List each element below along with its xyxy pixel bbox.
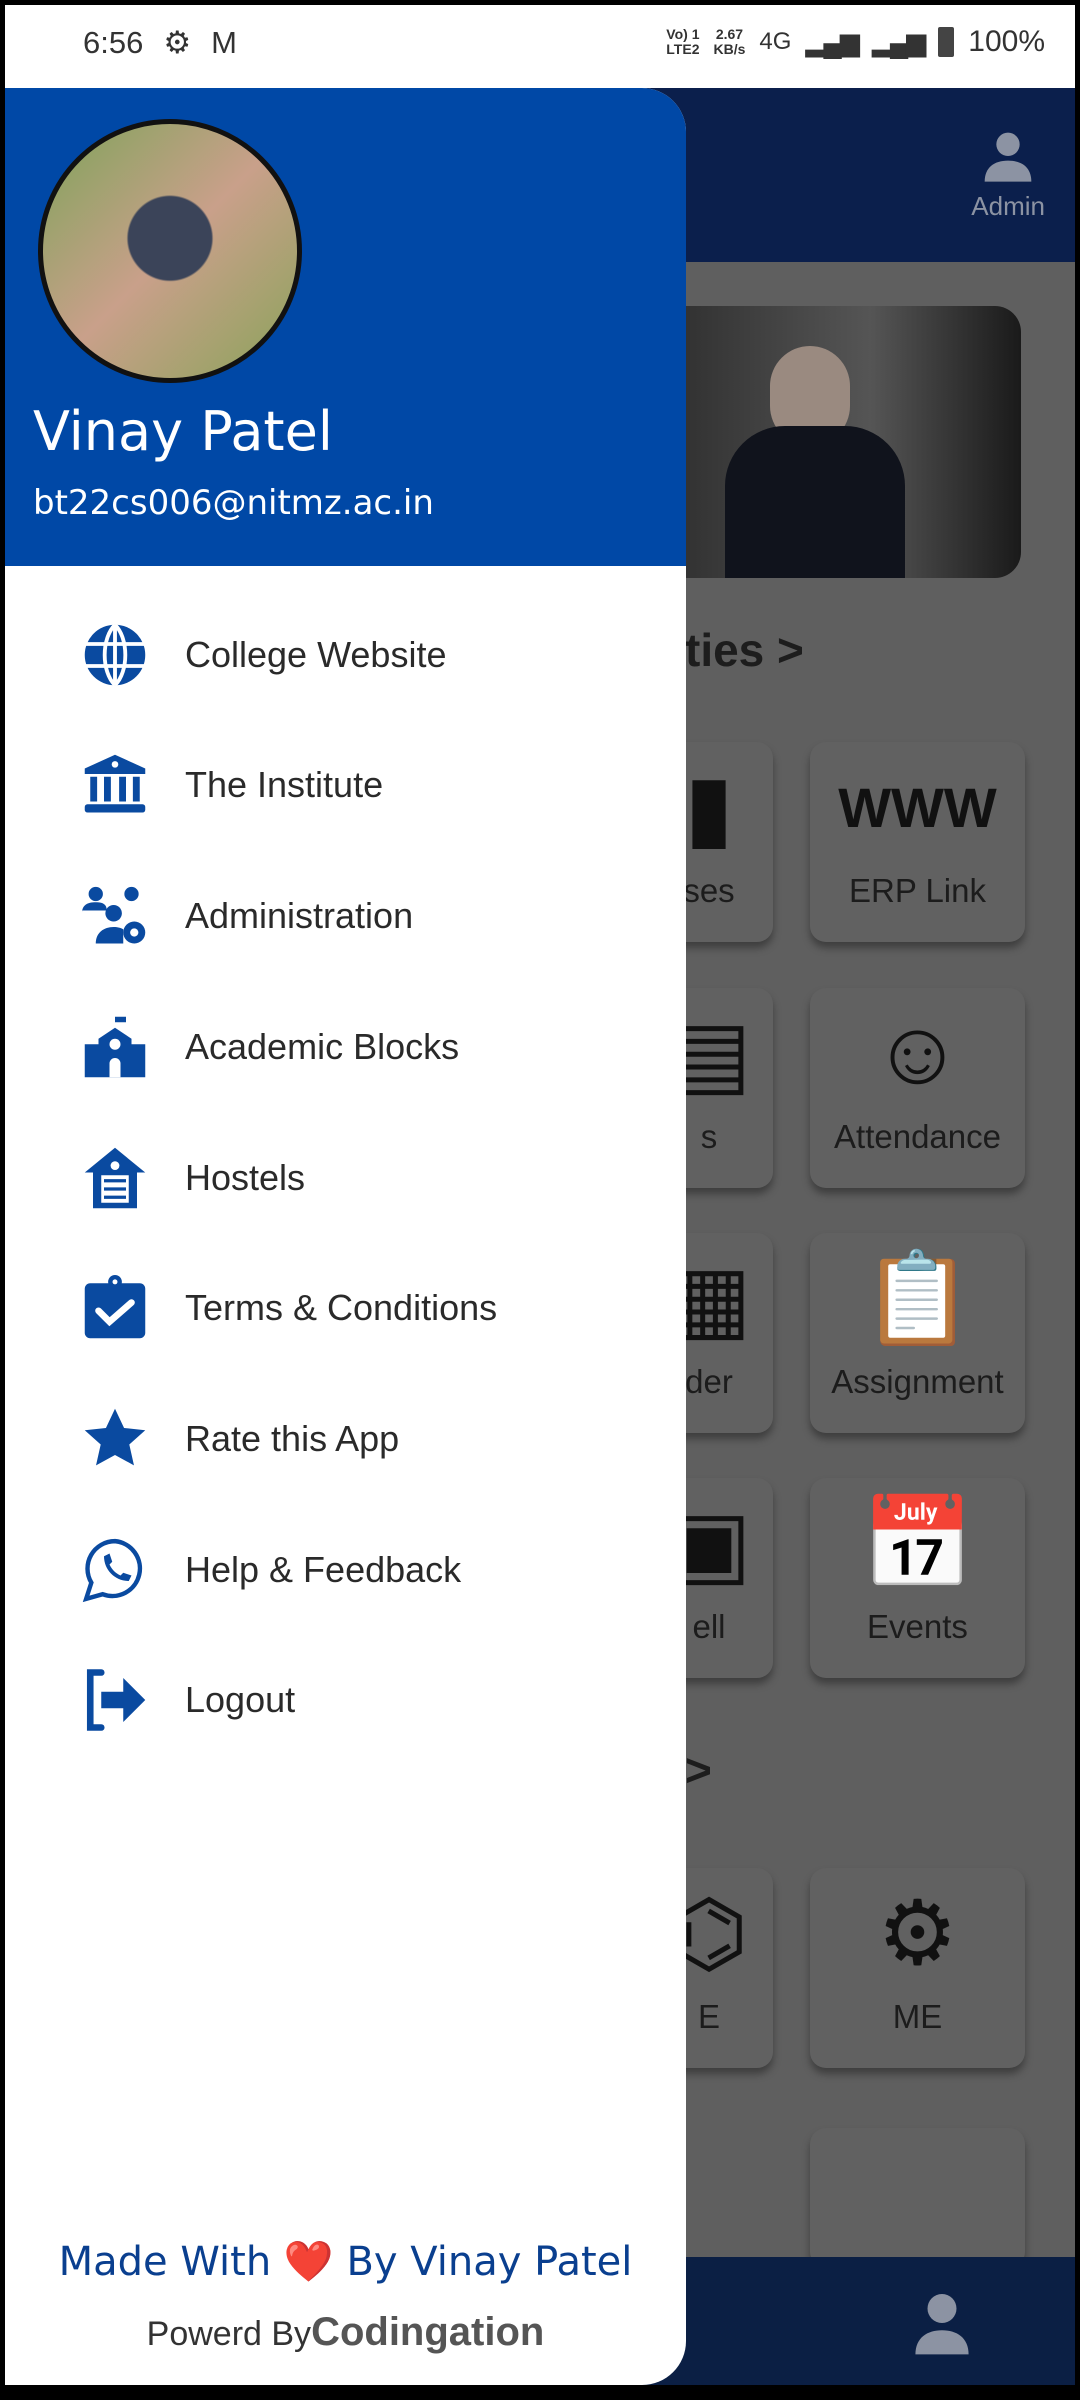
logout-icon [79,1664,151,1736]
menu-item-help-feedback[interactable]: Help & Feedback [5,1520,686,1620]
battery-level: 100% [968,25,1045,58]
menu-item-terms-conditions[interactable]: Terms & Conditions [5,1258,686,1358]
made-with-credit: Made With ❤️ By Vinay Patel [58,2239,633,2285]
tile-erp-link[interactable]: WWW ERP Link [810,742,1025,942]
menu-item-hostels[interactable]: Hostels [5,1128,686,1228]
user-email: bt22cs006@nitmz.ac.in [33,483,434,523]
status-bar: 6:56 ⚙ M Vo) 1 LTE2 2.67 KB/s 4G ▂▄▆ ▂▄▆ 1… [5,5,1075,88]
menu-item-academic-blocks[interactable]: Academic Blocks [5,997,686,1097]
tile-attendance[interactable]: ☺ Attendance [810,988,1025,1188]
users-gear-icon [79,880,151,952]
school-icon [79,1011,151,1083]
hostel-icon [79,1142,151,1214]
tile-events[interactable]: 📅 Events [810,1478,1025,1678]
heart-icon: ❤️ [283,2239,334,2285]
banner-image [645,306,1021,578]
avatar [38,119,302,383]
volte-indicator: Vo) 1 LTE2 [666,26,700,57]
clipboard-check-icon [79,1272,151,1344]
section-heading[interactable]: ties > [685,623,804,677]
attendance-icon: ☺ [871,1002,964,1103]
clipboard-icon: 📋 [861,1248,974,1349]
globe-icon [79,619,151,691]
admin-label: Admin [971,191,1045,221]
menu-item-rate-app[interactable]: Rate this App [5,1389,686,1489]
tile-me[interactable]: ⚙ ME [810,1868,1025,2068]
tile-partial[interactable] [810,2128,1025,2268]
gear-wrench-icon: ⚙ [877,1883,958,1984]
signal-icon-2: ▂▄▆ [871,26,926,57]
www-icon: WWW [838,775,997,839]
menu-item-the-institute[interactable]: The Institute [5,735,686,835]
star-icon [79,1403,151,1475]
brand-name: Codingation [311,2310,545,2354]
network-type: 4G [759,28,792,55]
menu-item-logout[interactable]: Logout [5,1650,686,1750]
menu-item-college-website[interactable]: College Website [5,605,686,705]
institution-icon [79,749,151,821]
battery-icon [938,27,955,57]
gmail-icon: M [211,25,237,60]
navigation-drawer: Vinay Patel bt22cs006@nitmz.ac.in Colleg… [5,88,686,2385]
profile-tab-icon[interactable] [913,2291,971,2355]
admin-button[interactable]: Admin [971,128,1045,222]
clock: 6:56 [83,25,144,60]
admin-icon [984,132,1032,182]
tile-assignment[interactable]: 📋 Assignment [810,1233,1025,1433]
calendar-check-icon: 📅 [861,1493,974,1594]
net-speed: 2.67 KB/s [713,26,746,57]
section-heading-2[interactable]: > [685,1743,712,1797]
powered-by-credit: Powerd ByCodingation [146,2310,545,2354]
settings-icon: ⚙ [163,25,192,60]
menu-item-administration[interactable]: Administration [5,866,686,966]
signal-icon: ▂▄▆ [805,26,859,57]
whatsapp-icon [79,1534,151,1606]
drawer-header: Vinay Patel bt22cs006@nitmz.ac.in [5,88,686,566]
user-name: Vinay Patel [33,400,333,463]
